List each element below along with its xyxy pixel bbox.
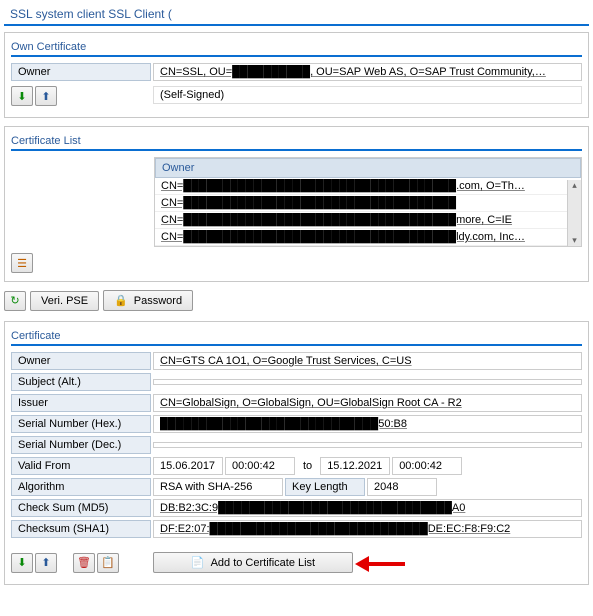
delete-icon[interactable]: 🗑 xyxy=(73,553,95,573)
owner-label: Owner xyxy=(11,63,151,81)
export-icon[interactable]: ⬇ xyxy=(11,553,33,573)
subject-alt-value[interactable] xyxy=(153,379,582,385)
certificate-list-panel: Certificate List Owner CN=██████████████… xyxy=(4,126,589,282)
valid-from-label: Valid From xyxy=(11,457,151,475)
md5-label: Check Sum (MD5) xyxy=(11,499,151,517)
add-icon: 📄 xyxy=(191,556,205,569)
serial-hex-value[interactable]: ████████████████████████████50:B8 xyxy=(153,415,582,433)
serial-dec-value[interactable] xyxy=(153,442,582,448)
import-icon[interactable]: ⬆ xyxy=(35,553,57,573)
list-settings-icon[interactable]: ☰ xyxy=(11,253,33,273)
add-to-cert-list-button[interactable]: 📄 Add to Certificate List xyxy=(153,552,353,573)
serial-hex-label: Serial Number (Hex.) xyxy=(11,415,151,433)
issuer-value[interactable]: CN=GlobalSign, O=GlobalSign, OU=GlobalSi… xyxy=(153,394,582,412)
scroll-up-icon[interactable]: ▴ xyxy=(572,180,577,191)
cert-list-row[interactable]: CN=███████████████████████████████████ xyxy=(155,195,581,212)
to-text: to xyxy=(297,460,318,472)
password-label: Password xyxy=(134,295,182,307)
pse-toolbar: ↻ Veri. PSE 🔒 Password xyxy=(4,290,589,311)
annotation-arrow xyxy=(355,556,405,570)
import-cert-icon[interactable]: ⬆ xyxy=(35,86,57,106)
own-certificate-panel: Own Certificate Owner CN=SSL, OU=███████… xyxy=(4,32,589,118)
cert-list-panel-title: Certificate List xyxy=(11,133,582,151)
self-signed-text: (Self-Signed) xyxy=(153,86,582,104)
refresh-icon[interactable]: ↻ xyxy=(4,291,26,311)
cert-list-table: Owner CN=███████████████████████████████… xyxy=(154,157,582,247)
cert-owner-label: Owner xyxy=(11,352,151,370)
certificate-panel-title: Certificate xyxy=(11,328,582,346)
copy-icon[interactable]: 📋 xyxy=(97,553,119,573)
scrollbar[interactable]: ▴ ▾ xyxy=(567,180,581,246)
certificate-panel: Certificate Owner CN=GTS CA 1O1, O=Googl… xyxy=(4,321,589,585)
window-title: SSL system client SSL Client ( xyxy=(4,4,589,26)
valid-from-date[interactable]: 15.06.2017 xyxy=(153,457,223,475)
own-cert-panel-title: Own Certificate xyxy=(11,39,582,57)
export-cert-icon[interactable]: ⬇ xyxy=(11,86,33,106)
issuer-label: Issuer xyxy=(11,394,151,412)
valid-to-date[interactable]: 15.12.2021 xyxy=(320,457,390,475)
cert-list-row[interactable]: CN=███████████████████████████████████mo… xyxy=(155,212,581,229)
subject-alt-label: Subject (Alt.) xyxy=(11,373,151,391)
lock-icon: 🔒 xyxy=(114,294,128,307)
cert-owner-value[interactable]: CN=GTS CA 1O1, O=Google Trust Services, … xyxy=(153,352,582,370)
key-length-value[interactable]: 2048 xyxy=(367,478,437,496)
serial-dec-label: Serial Number (Dec.) xyxy=(11,436,151,454)
key-length-label: Key Length xyxy=(285,478,365,496)
algorithm-label: Algorithm xyxy=(11,478,151,496)
md5-value[interactable]: DB:B2:3C:9██████████████████████████████… xyxy=(153,499,582,517)
add-to-cert-list-label: Add to Certificate List xyxy=(211,557,316,569)
cert-list-header: Owner xyxy=(155,158,581,178)
scroll-down-icon[interactable]: ▾ xyxy=(572,235,577,246)
cert-list-row[interactable]: CN=███████████████████████████████████ld… xyxy=(155,229,581,246)
owner-value[interactable]: CN=SSL, OU=██████████, OU=SAP Web AS, O=… xyxy=(153,63,582,81)
sha1-value[interactable]: DF:E2:07:████████████████████████████DE:… xyxy=(153,520,582,538)
password-button[interactable]: 🔒 Password xyxy=(103,290,193,311)
verify-pse-button[interactable]: Veri. PSE xyxy=(30,291,99,311)
verify-pse-label: Veri. PSE xyxy=(41,295,88,307)
cert-list-row[interactable]: CN=███████████████████████████████████.c… xyxy=(155,178,581,195)
algorithm-value[interactable]: RSA with SHA-256 xyxy=(153,478,283,496)
valid-from-time[interactable]: 00:00:42 xyxy=(225,457,295,475)
sha1-label: Checksum (SHA1) xyxy=(11,520,151,538)
valid-to-time[interactable]: 00:00:42 xyxy=(392,457,462,475)
